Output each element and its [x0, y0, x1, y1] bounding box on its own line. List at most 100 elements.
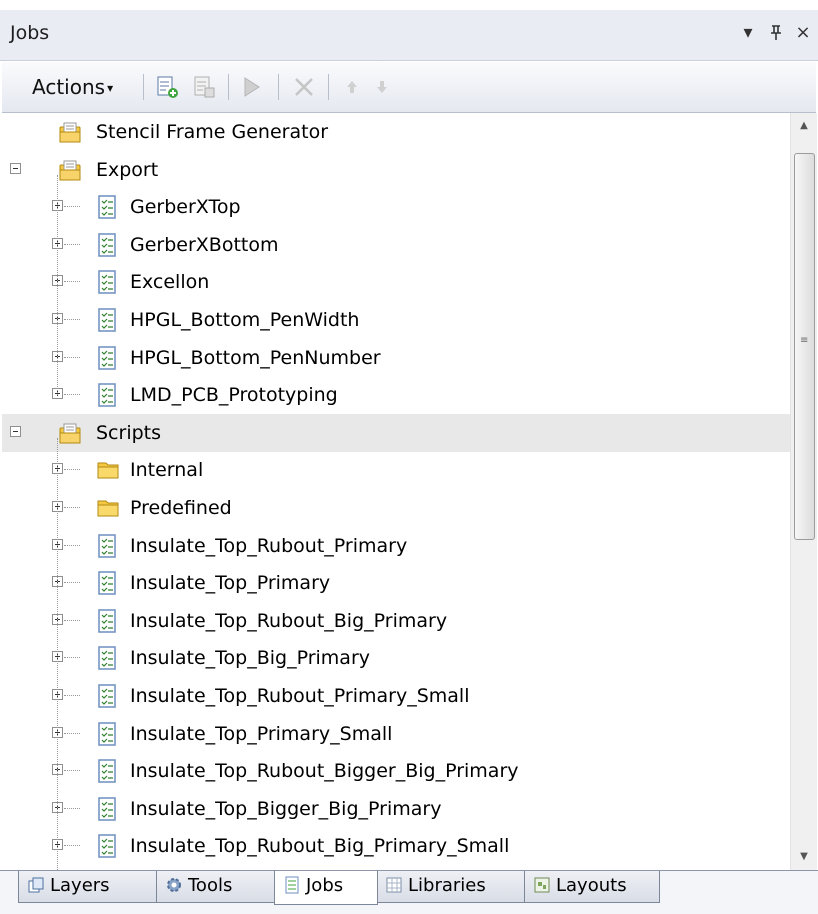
- job-icon: [96, 646, 118, 670]
- tree-item-label: Insulate_Top_Rubout_Primary: [130, 535, 408, 557]
- panel-title: Jobs: [10, 22, 50, 44]
- tree-item-label: Insulate_Top_Big_Primary: [130, 647, 371, 669]
- layouts-icon: [534, 877, 550, 893]
- tab-label: Layers: [50, 875, 110, 896]
- tree-item-label: GerberXTop: [130, 196, 241, 218]
- actions-menu-button[interactable]: Actions ▾: [32, 72, 113, 102]
- jobs-tree[interactable]: Stencil Frame Generator Export GerberXTop G…: [2, 113, 790, 870]
- panel-tab-bar: Layers Tools Jobs Libraries Layouts: [0, 870, 818, 914]
- job-icon: [96, 571, 118, 595]
- tree-item[interactable]: Insulate_Top_Primary_Small: [2, 715, 790, 753]
- scroll-up-arrow-icon[interactable]: ▲: [791, 113, 817, 139]
- tab-label: Tools: [188, 875, 233, 896]
- tree-connector-line: [64, 545, 80, 547]
- tree-item-label: Insulate_Top_Rubout_Big_Primary: [130, 610, 448, 632]
- tree-item[interactable]: Insulate_Top_Bigger_Big_Primary: [2, 790, 790, 828]
- toolbar-separator: [278, 74, 279, 100]
- scrollbar-grip-icon: ≡: [800, 335, 809, 346]
- tree-item-label: Stencil Frame Generator: [96, 121, 329, 143]
- tree-item-label: Predefined: [130, 497, 232, 519]
- job-icon: [96, 797, 118, 821]
- tree-item[interactable]: Export: [2, 151, 790, 189]
- tree-item[interactable]: GerberXTop: [2, 188, 790, 226]
- tree-connector-line: [64, 469, 80, 471]
- collapse-minus-icon[interactable]: [10, 426, 21, 437]
- tree-connector-line: [64, 582, 80, 584]
- job-icon: [96, 270, 118, 294]
- tree-connector-line: [64, 845, 80, 847]
- tab-label: Jobs: [306, 875, 344, 896]
- tree-item[interactable]: Insulate_Top_Rubout_Bigger_Big_Primary: [2, 752, 790, 790]
- tree-connector-line: [64, 507, 80, 509]
- tree-item[interactable]: HPGL_Bottom_PenNumber: [2, 339, 790, 377]
- tree-item[interactable]: Internal: [2, 451, 790, 489]
- layers-icon: [28, 877, 44, 893]
- scroll-down-arrow-icon[interactable]: ▼: [791, 844, 817, 870]
- panel-menu-dropdown-icon[interactable]: ▾: [737, 20, 759, 46]
- tree-item-label: Insulate_Top_Rubout_Big_Primary_Small: [130, 835, 510, 857]
- folder-icon: [96, 496, 119, 520]
- tree-item-label: Insulate_Top_Primary_Small: [130, 723, 393, 745]
- tree-item-label: Insulate_Top_Primary: [130, 572, 331, 594]
- tree-item[interactable]: Stencil Frame Generator: [2, 113, 790, 151]
- tree-item[interactable]: Predefined: [2, 489, 790, 527]
- scrollbar-thumb[interactable]: ≡: [794, 153, 815, 540]
- tree-item[interactable]: GerberXBottom: [2, 226, 790, 264]
- move-up-icon[interactable]: [340, 75, 364, 99]
- tree-item-label: LMD_PCB_Prototyping: [130, 384, 338, 406]
- job-icon: [96, 346, 118, 370]
- pin-icon[interactable]: [765, 20, 787, 46]
- tree-item[interactable]: Insulate_Top_Primary: [2, 564, 790, 602]
- toolbar-separator: [143, 74, 144, 100]
- move-down-icon[interactable]: [370, 75, 394, 99]
- delete-icon[interactable]: [292, 75, 316, 99]
- toolbar-separator: [328, 74, 329, 100]
- tree-connector-line: [64, 733, 80, 735]
- tree-item-label: HPGL_Bottom_PenWidth: [130, 309, 360, 331]
- job-icon: [96, 195, 118, 219]
- tree-item-label: Export: [96, 159, 159, 181]
- tree-item[interactable]: Insulate_Top_Big_Primary: [2, 639, 790, 677]
- tab-jobs[interactable]: Jobs: [274, 871, 378, 905]
- tree-connector-line: [64, 620, 80, 622]
- close-icon[interactable]: ×: [792, 20, 814, 46]
- job-icon: [96, 684, 118, 708]
- tree-item[interactable]: HPGL_Bottom_PenWidth: [2, 301, 790, 339]
- tree-item[interactable]: Insulate_Top_Rubout_Primary_Small: [2, 677, 790, 715]
- folder-icon: [96, 458, 119, 482]
- tree-connector-line: [64, 319, 80, 321]
- job-folder-icon: [58, 158, 81, 182]
- tab-layers[interactable]: Layers: [18, 871, 160, 903]
- tree-connector-line: [64, 695, 80, 697]
- job-icon: [96, 759, 118, 783]
- libraries-icon: [386, 877, 402, 893]
- tree-item[interactable]: Insulate_Top_Rubout_Primary: [2, 527, 790, 565]
- tree-item[interactable]: Scripts: [2, 414, 790, 452]
- tab-libraries[interactable]: Libraries: [376, 871, 526, 903]
- tree-item-label: Internal: [130, 459, 204, 481]
- jobs-icon: [285, 876, 299, 894]
- tab-tools[interactable]: Tools: [156, 871, 276, 903]
- tree-guide-line: [57, 438, 59, 870]
- tree-item[interactable]: Excellon: [2, 263, 790, 301]
- new-job-icon[interactable]: [155, 75, 179, 99]
- job-folder-icon: [58, 120, 81, 144]
- tab-layouts[interactable]: Layouts: [524, 871, 660, 903]
- job-folder-icon: [58, 421, 81, 445]
- tree-item[interactable]: LMD_PCB_Prototyping: [2, 376, 790, 414]
- job-icon: [96, 722, 118, 746]
- tree-item[interactable]: Insulate_Top_Rubout_Big_Primary: [2, 602, 790, 640]
- toolbar-separator: [228, 74, 229, 100]
- tools-gear-icon: [167, 878, 181, 892]
- vertical-scrollbar[interactable]: ▲ ≡ ▼: [790, 113, 817, 870]
- copy-job-icon[interactable]: [192, 75, 216, 99]
- jobs-panel: Jobs ▾ × Actions ▾ Stencil Frame Generat…: [0, 0, 818, 914]
- collapse-minus-icon[interactable]: [10, 163, 21, 174]
- tree-item[interactable]: Insulate_Top_Rubout_Big_Primary_Small: [2, 827, 790, 865]
- tab-label: Layouts: [556, 875, 627, 896]
- tree-connector-line: [64, 357, 80, 359]
- tab-label: Libraries: [408, 875, 486, 896]
- jobs-toolbar: Actions ▾: [2, 62, 816, 113]
- job-icon: [96, 233, 118, 257]
- run-icon[interactable]: [240, 75, 264, 99]
